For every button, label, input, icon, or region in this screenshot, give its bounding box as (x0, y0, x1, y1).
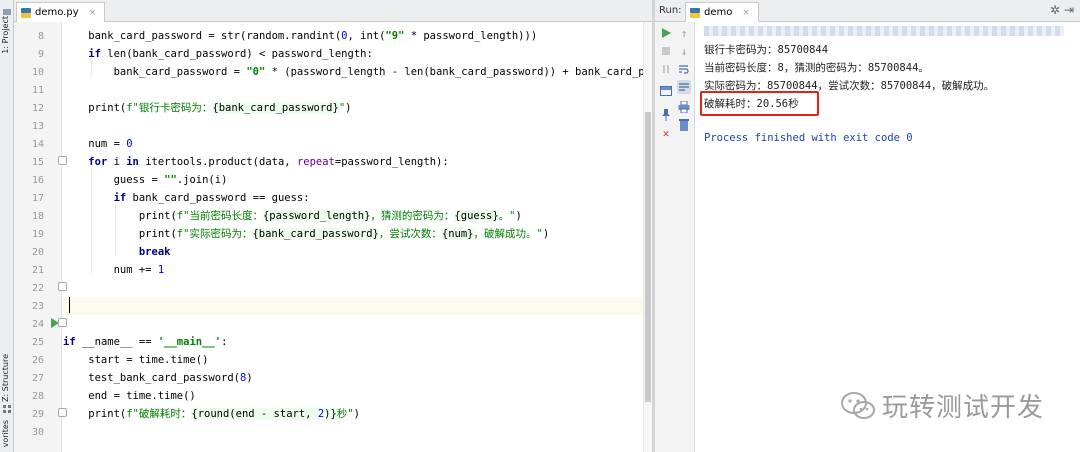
line-number: 23 (31, 301, 44, 312)
code-line: break (138, 246, 171, 258)
run-label: Run: (659, 5, 682, 16)
close-tab-icon[interactable]: × (89, 8, 97, 18)
line-number: 26 (31, 355, 44, 366)
line-number: 28 (31, 391, 44, 402)
watermark: 玩转测试开发 (840, 387, 1044, 424)
line-number: 10 (31, 67, 44, 78)
code-line: if __name__ == '__main__': (63, 336, 228, 348)
hide-panel-icon[interactable]: ⇥ (1064, 3, 1074, 17)
current-code-line (63, 297, 643, 315)
code-line: num = 0 (63, 138, 133, 150)
code-line: for i in itertools.product(data, repeat=… (88, 156, 449, 168)
code-line: print(f"实际密码为：{bank_card_password}，尝试次数：… (63, 228, 550, 240)
code-line: bank_card_password = str(random.randint(… (63, 30, 538, 42)
line-number: 12 (31, 103, 44, 114)
pause-icon[interactable] (659, 62, 673, 76)
layout-icon[interactable] (659, 84, 673, 98)
editor-tab-demo-py[interactable]: demo.py × (16, 2, 106, 22)
result-highlight-box (700, 91, 819, 116)
code-line: num += 1 (63, 264, 165, 276)
run-toolbar: ↑ ↓ ✕ (655, 22, 695, 452)
structure-icon (3, 403, 11, 413)
editor-tab-label: demo.py (35, 7, 79, 18)
code-line: if bank_card_password == guess: (113, 192, 310, 204)
scroll-up-icon[interactable]: ↑ (677, 26, 691, 40)
code-line: test_bank_card_password(8) (63, 372, 253, 384)
wechat-logo-icon (841, 391, 875, 419)
console-line: 当前密码长度：8，猜测的密码为：85700844。 (704, 62, 929, 74)
code-line: print(f"当前密码长度：{password_length}，猜测的密码为：… (63, 210, 522, 222)
pin-icon[interactable] (659, 108, 673, 122)
line-number: 25 (31, 337, 44, 348)
project-icon (3, 6, 11, 15)
line-number: 29 (31, 409, 44, 420)
favorites-tool-tab[interactable]: vorites (1, 420, 10, 447)
soft-wrap-icon[interactable] (677, 62, 691, 76)
scrollbar-thumb[interactable] (645, 112, 651, 402)
code-line: start = time.time() (63, 354, 209, 366)
code-editor[interactable]: bank_card_password = str(random.randint(… (63, 22, 643, 452)
code-line: end = time.time() (63, 390, 196, 402)
line-number: 19 (31, 229, 44, 240)
settings-gear-icon[interactable]: ✲ (1050, 3, 1060, 17)
process-exit-line: Process finished with exit code 0 (704, 132, 913, 144)
line-number: 22 (31, 283, 44, 294)
line-number: 16 (31, 175, 44, 186)
tool-window-strip: 1: Project Z: Structure vorites (0, 0, 14, 452)
line-number: 17 (31, 193, 44, 204)
code-line: if len(bank_card_password) < password_le… (88, 48, 373, 60)
close-run-tab-icon[interactable]: × (742, 8, 750, 18)
redacted-command-line (704, 26, 1064, 36)
text-caret (69, 297, 70, 313)
code-line: bank_card_password = "0" * (password_len… (63, 66, 643, 78)
line-number: 14 (31, 139, 44, 150)
code-line: guess = "".join(i) (63, 174, 228, 186)
line-number: 8 (37, 31, 44, 42)
line-number: 27 (31, 373, 44, 384)
line-number: 21 (31, 265, 44, 276)
project-tool-tab[interactable]: 1: Project (1, 16, 10, 54)
structure-tool-tab[interactable]: Z: Structure (1, 354, 10, 402)
run-panel-header: Run: demo × ✲ ⇥ (655, 0, 1080, 22)
print-icon[interactable] (677, 100, 691, 114)
code-line: print(f"破解耗时：{round(end - start, 2)}秒") (63, 408, 360, 420)
line-number: 24 (31, 319, 44, 330)
line-number: 15 (31, 157, 44, 168)
line-number: 13 (31, 121, 44, 132)
python-file-icon (21, 7, 31, 18)
code-line: print(f"银行卡密码为：{bank_card_password}") (63, 102, 352, 114)
stop-icon[interactable] (659, 44, 673, 58)
scroll-to-end-icon[interactable] (677, 80, 691, 94)
python-run-icon (690, 7, 700, 18)
line-number: 18 (31, 211, 44, 222)
editor-tab-bar: demo.py × (14, 0, 652, 22)
scroll-down-icon[interactable]: ↓ (677, 44, 691, 58)
run-tab-demo[interactable]: demo × (685, 2, 759, 22)
line-number: 20 (31, 247, 44, 258)
console-line: 银行卡密码为：85700844 (704, 44, 829, 56)
clear-all-icon[interactable] (677, 118, 691, 132)
rerun-icon[interactable] (659, 26, 673, 40)
editor-gutter: 8 9 10 11 12 13 14 15 16 17 18 19 20 21 … (14, 22, 67, 452)
run-tab-label: demo (704, 7, 733, 18)
close-run-icon[interactable]: ✕ (659, 126, 673, 140)
editor-scrollbar[interactable] (643, 22, 652, 452)
line-number: 11 (31, 85, 44, 96)
line-number: 9 (37, 49, 44, 60)
line-number: 30 (31, 427, 44, 438)
watermark-text: 玩转测试开发 (882, 393, 1045, 423)
